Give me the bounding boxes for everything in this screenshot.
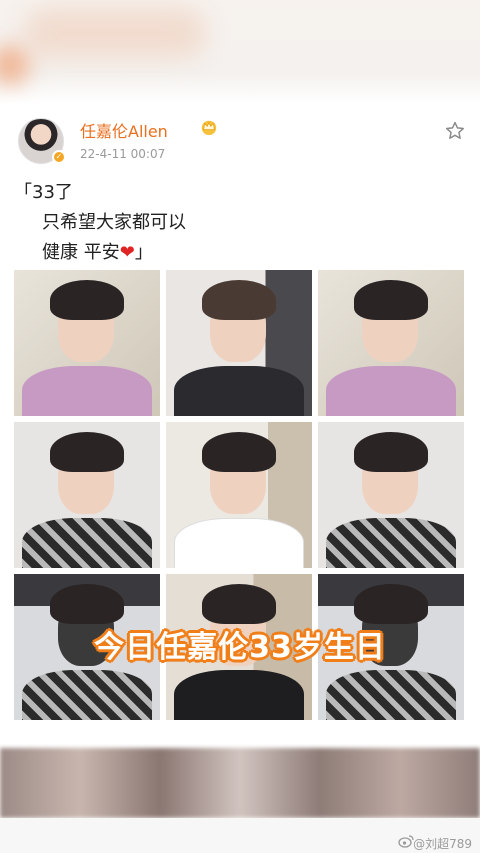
photo-figure-hair [50,280,124,320]
blur-shape [25,8,205,58]
photo-figure-body [174,670,304,720]
photo-figure-body [174,366,304,416]
overlay-caption: 今日任嘉伦33岁生日 [94,630,386,665]
photo-figure-hair [354,280,428,320]
photo-figure-body [22,670,152,720]
grid-photo-6[interactable] [318,422,464,568]
photo-figure-body [22,366,152,416]
photo-figure-hair [50,432,124,472]
photo-figure-body [174,518,304,568]
crown-icon [201,120,217,136]
post-text-line: 只希望大家都可以 [42,212,186,233]
post-text-segment: 」 [134,242,153,263]
photo-figure-hair [202,432,276,472]
post-text-line: 「33了 [14,182,73,203]
photo-figure-body [326,518,456,568]
photo-figure-hair [50,584,124,624]
photo-figure-hair [202,280,276,320]
grid-photo-2[interactable] [166,270,312,416]
blurred-top-banner [0,0,480,104]
photo-figure-body [326,366,456,416]
grid-photo-4[interactable] [14,422,160,568]
photo-figure-hair [354,432,428,472]
photo-figure-body [22,518,152,568]
verified-badge-icon: ✓ [52,150,66,164]
grid-photo-1[interactable] [14,270,160,416]
post-header: ✓ 任嘉伦Allen 22-4-11 00:07 [14,112,466,172]
grid-photo-5[interactable] [166,422,312,568]
post-text-line-with-heart: 健康 平安❤」 [14,238,454,268]
photo-figure-body [326,670,456,720]
watermark: @刘超789 [413,837,472,851]
photo-figure-hair [354,584,428,624]
star-outline-icon[interactable] [444,120,466,142]
blur-shape [0,45,30,85]
blurred-bottom-banner [0,748,480,818]
grid-photo-3[interactable] [318,270,464,416]
weibo-logo-icon [398,835,414,848]
heart-icon: ❤ [119,242,135,263]
post-timestamp: 22-4-11 00:07 [80,147,166,161]
post-text: 「33了 只希望大家都可以 健康 平安❤」 [14,178,454,268]
post-text-segment: 健康 平安 [42,242,120,263]
username[interactable]: 任嘉伦Allen [80,118,168,142]
photo-figure-hair [202,584,276,624]
